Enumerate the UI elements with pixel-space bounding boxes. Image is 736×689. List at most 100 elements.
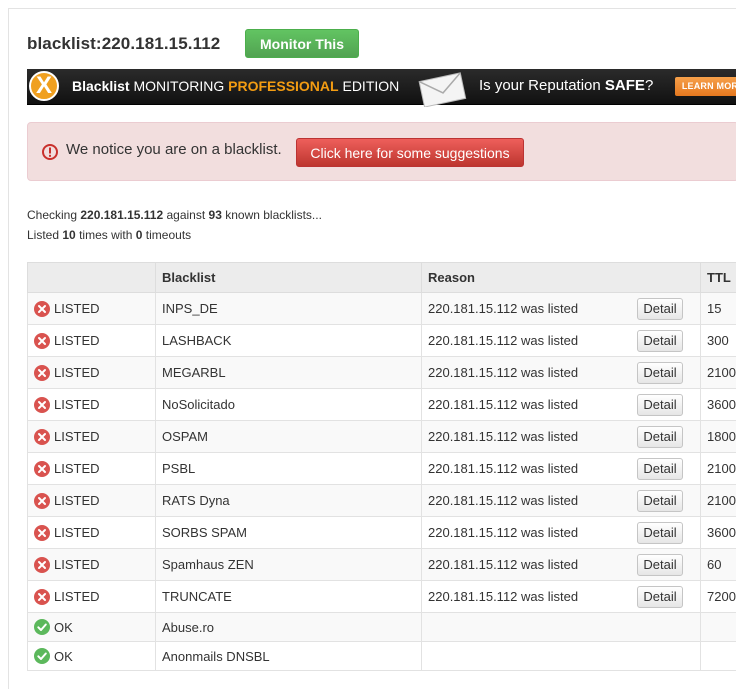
x-circle-icon <box>34 365 50 381</box>
suggestions-button[interactable]: Click here for some suggestions <box>296 138 524 167</box>
ttl-cell <box>701 613 736 642</box>
column-header-ttl: TTL <box>701 263 736 293</box>
table-row: LISTED MEGARBL 220.181.15.112 was listedDe… <box>28 357 736 389</box>
reason-wrapper: 220.181.15.112 was listed Detail <box>428 554 694 576</box>
banner-question-bold: SAFE <box>605 77 645 94</box>
status-label: OK <box>54 620 73 635</box>
status-label: LISTED <box>54 493 100 508</box>
table-row: OKAnonmails DNSBL <box>28 642 736 671</box>
blacklist-count: 93 <box>209 208 222 222</box>
blacklist-name: PSBL <box>156 453 422 485</box>
status-cell: LISTED <box>28 421 156 453</box>
detail-button[interactable]: Detail <box>637 458 683 480</box>
table-row: LISTEDSpamhaus ZEN220.181.15.112 was lis… <box>28 549 736 581</box>
ttl-cell: 3600 <box>701 517 736 549</box>
x-circle-icon <box>34 493 50 509</box>
status: LISTED <box>34 397 149 413</box>
detail-button[interactable]: Detail <box>637 586 683 608</box>
table-row: LISTEDTRUNCATE220.181.15.112 was listedD… <box>28 581 736 613</box>
x-circle-icon <box>34 525 50 541</box>
reason-text: 220.181.15.112 was listed <box>428 493 578 508</box>
table-row: LISTED OSPAM 220.181.15.112 was listed Deta… <box>28 421 736 453</box>
blacklist-name: MEGARBL <box>156 357 422 389</box>
reason-wrapper: 220.181.15.112 was listed Detail <box>428 426 694 448</box>
reason-text: 220.181.15.112 was listed <box>428 557 578 572</box>
reason-cell: 220.181.15.112 was listed Detail <box>422 517 701 549</box>
reason-text: 220.181.15.112 was listed <box>428 333 578 348</box>
checking-line: Checking 220.181.15.112 against 93 known… <box>27 205 322 225</box>
blacklist-name: NoSolicitado <box>156 389 422 421</box>
blacklist-name: OSPAM <box>156 421 422 453</box>
against-text: against <box>166 208 205 222</box>
detail-button[interactable]: Detail <box>637 362 683 384</box>
status-label: OK <box>54 649 73 664</box>
status-label: LISTED <box>54 365 100 380</box>
status-cell: LISTED <box>28 325 156 357</box>
reason-wrapper: 220.181.15.112 was listedDetail <box>428 362 694 384</box>
x-circle-icon <box>34 557 50 573</box>
reason-cell: 220.181.15.112 was listedDetail <box>422 357 701 389</box>
banner-headline: Blacklist MONITORING PROFESSIONAL EDITIO… <box>72 78 399 94</box>
known-text: known blacklists... <box>225 208 322 222</box>
reason-wrapper: 220.181.15.112 was listedDetail <box>428 458 694 480</box>
ttl-cell: 2100 <box>701 485 736 517</box>
reason-cell: 220.181.15.112 was listedDetail <box>422 581 701 613</box>
status-cell: LISTED <box>28 517 156 549</box>
reason-cell <box>422 642 701 671</box>
ttl-cell: 2100 <box>701 357 736 389</box>
status-cell: LISTED <box>28 453 156 485</box>
table-row: LISTED PSBL 220.181.15.112 was listedDetai… <box>28 453 736 485</box>
blacklist-name: LASHBACK <box>156 325 422 357</box>
monitor-this-button[interactable]: Monitor This <box>245 29 359 58</box>
blacklist-monitoring-ad-banner[interactable]: X Blacklist MONITORING PROFESSIONAL EDIT… <box>27 69 736 105</box>
reason-text: 220.181.15.112 was listed <box>428 525 578 540</box>
status-cell: LISTED <box>28 581 156 613</box>
blacklist-name: SORBS SPAM <box>156 517 422 549</box>
blacklist-alert: We notice you are on a blacklist. Click … <box>27 122 736 181</box>
status: LISTED <box>34 365 149 381</box>
check-summary: Checking 220.181.15.112 against 93 known… <box>27 205 322 245</box>
check-circle-icon <box>34 619 50 635</box>
detail-button[interactable]: Detail <box>637 490 683 512</box>
timeouts-count: 0 <box>136 228 143 242</box>
column-header-blacklist: Blacklist <box>156 263 422 293</box>
table-row: LISTEDLASHBACK 220.181.15.112 was listed D… <box>28 325 736 357</box>
detail-button[interactable]: Detail <box>637 426 683 448</box>
banner-text-mid: MONITORING <box>133 78 224 94</box>
ttl-cell: 15 <box>701 293 736 325</box>
status-label: LISTED <box>54 301 100 316</box>
status: OK <box>34 648 149 664</box>
status-cell: LISTED <box>28 357 156 389</box>
envelope-icon <box>415 69 469 107</box>
ttl-cell <box>701 642 736 671</box>
detail-button[interactable]: Detail <box>637 522 683 544</box>
status: LISTED <box>34 525 149 541</box>
status-label: LISTED <box>54 461 100 476</box>
banner-text-bold: Blacklist <box>72 78 130 94</box>
reason-cell: 220.181.15.112 was listed Detail <box>422 485 701 517</box>
listed-prefix: Listed <box>27 228 59 242</box>
detail-button[interactable]: Detail <box>637 330 683 352</box>
status-cell: LISTED <box>28 485 156 517</box>
detail-button[interactable]: Detail <box>637 298 683 320</box>
status: OK <box>34 619 149 635</box>
ttl-cell: 60 <box>701 549 736 581</box>
reason-cell: 220.181.15.112 was listed Detail <box>422 421 701 453</box>
reason-text: 220.181.15.112 was listed <box>428 397 578 412</box>
status: LISTED <box>34 429 149 445</box>
x-circle-icon <box>34 589 50 605</box>
detail-button[interactable]: Detail <box>637 554 683 576</box>
reason-cell: 220.181.15.112 was listed Detail <box>422 325 701 357</box>
timeouts-text: timeouts <box>146 228 191 242</box>
title-row: blacklist:220.181.15.112 <box>27 29 220 59</box>
detail-button[interactable]: Detail <box>637 394 683 416</box>
blacklist-name: TRUNCATE <box>156 581 422 613</box>
table-row: OKAbuse.ro <box>28 613 736 642</box>
learn-more-button[interactable]: LEARN MORE ▶ <box>675 77 736 96</box>
reason-cell <box>422 613 701 642</box>
listed-count: 10 <box>62 228 75 242</box>
table-header-row: Blacklist Reason TTL <box>28 263 736 293</box>
blacklist-results-table: Blacklist Reason TTL LISTEDINPS_DE220.18… <box>27 262 736 671</box>
times-with-text: times with <box>79 228 132 242</box>
reason-text: 220.181.15.112 was listed <box>428 429 578 444</box>
